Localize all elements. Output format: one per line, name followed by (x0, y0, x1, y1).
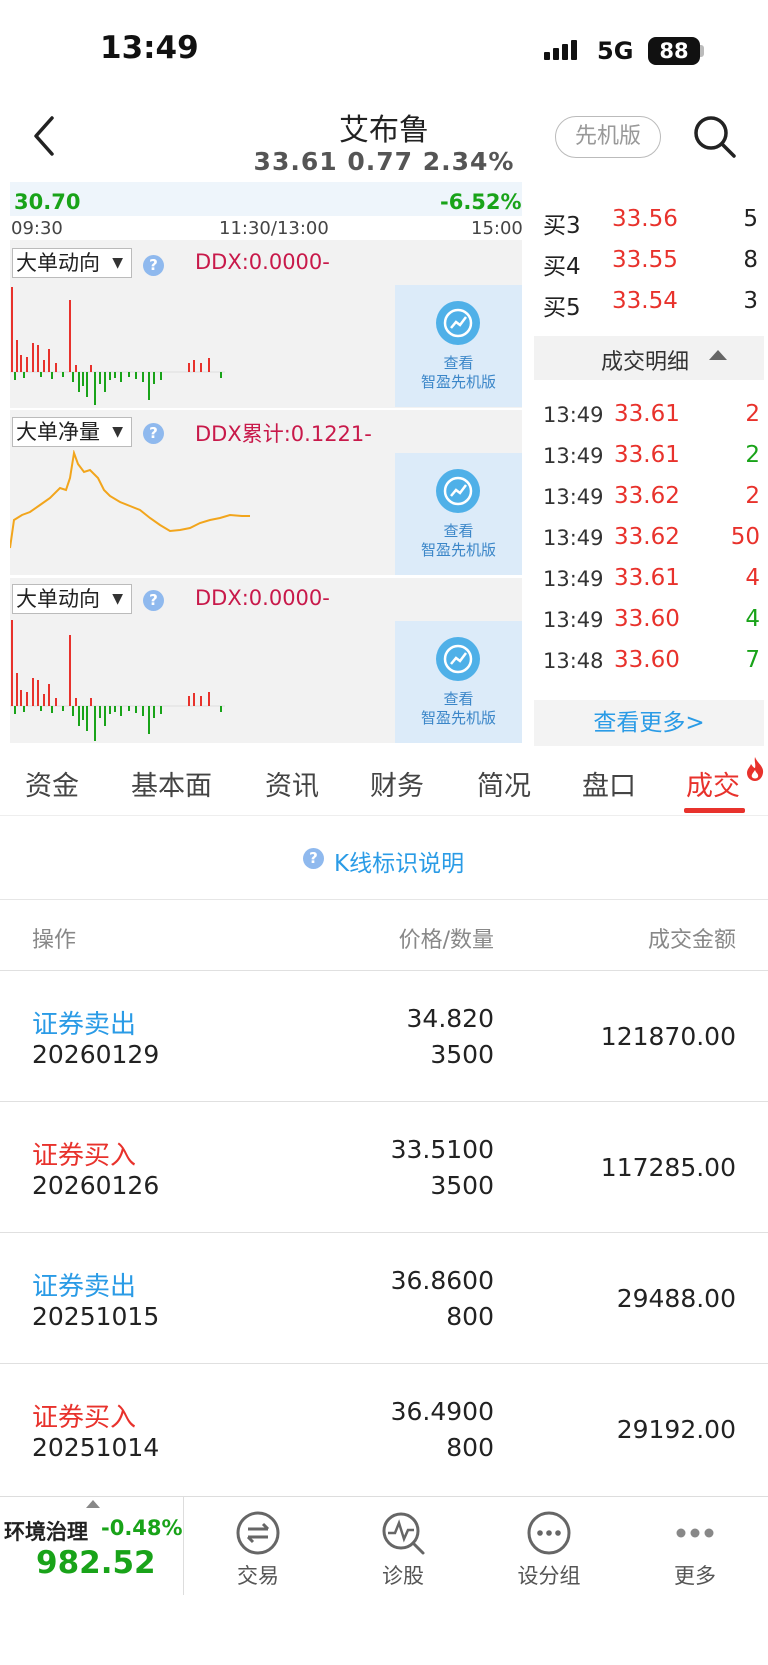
panel-2-pioneer-card[interactable]: 查看 智盈先机版 (395, 453, 522, 575)
card-line1: 查看 (443, 354, 474, 372)
bid-3-qty: 5 (743, 206, 758, 232)
tab-fundamentals[interactable]: 基本面 (131, 764, 212, 803)
tab-news[interactable]: 资讯 (265, 764, 319, 803)
panel-3-bars (10, 620, 225, 741)
bid-5-qty: 3 (743, 288, 758, 314)
tab-financials[interactable]: 财务 (370, 764, 424, 803)
caret-up-icon (709, 350, 727, 360)
tab-trades[interactable]: 成交 (686, 764, 740, 803)
column-header-amount: 成交金额 (647, 928, 736, 953)
row-amount: 121870.00 (600, 1022, 736, 1051)
search-icon[interactable] (690, 112, 740, 162)
help-icon: ? (303, 848, 324, 869)
trade-row-qty: 2 (745, 483, 760, 509)
view-more-link[interactable]: 查看更多> (534, 700, 764, 746)
status-time: 13:49 (100, 30, 199, 66)
card-line2: 智盈先机版 (420, 709, 496, 727)
trade-row-qty: 2 (745, 442, 760, 468)
row-amount: 117285.00 (600, 1153, 736, 1182)
bid-4-qty: 8 (743, 247, 758, 273)
more-icon[interactable] (672, 1510, 718, 1556)
trade-row-qty: 50 (730, 524, 760, 550)
battery-tip (700, 45, 704, 57)
divider (0, 1232, 768, 1233)
divider (0, 970, 768, 971)
index-change: -0.48% (101, 1516, 183, 1540)
divider (0, 1101, 768, 1102)
signal-icon (544, 40, 577, 60)
trade-row-qty: 4 (745, 606, 760, 632)
divider (0, 1363, 768, 1364)
diagnose-label[interactable]: 诊股 (348, 1560, 458, 1590)
divider (183, 1497, 184, 1595)
index-value: 982.52 (36, 1545, 156, 1581)
tab-funds[interactable]: 资金 (25, 764, 79, 803)
tab-order-book[interactable]: 盘口 (582, 764, 636, 803)
battery-icon: 88 (648, 37, 700, 65)
trade-row-qty: 4 (745, 565, 760, 591)
trade-detail-title: 成交明细 (601, 350, 690, 375)
card-line1: 查看 (443, 690, 474, 708)
group-icon[interactable] (526, 1510, 572, 1556)
panel-3-pioneer-card[interactable]: 查看 智盈先机版 (395, 621, 522, 743)
trade-label[interactable]: 交易 (203, 1560, 313, 1590)
row-amount: 29192.00 (616, 1415, 736, 1444)
index-name[interactable]: 环境治理 (4, 1516, 88, 1546)
row-amount: 29488.00 (616, 1284, 736, 1313)
diagnose-icon[interactable] (380, 1510, 426, 1556)
network-type: 5G (597, 37, 634, 65)
trade-icon[interactable] (235, 1510, 281, 1556)
active-tab-indicator (684, 808, 745, 813)
more-label[interactable]: 更多 (640, 1560, 750, 1590)
pioneer-version-button[interactable]: 先机版 (555, 116, 661, 158)
tab-overview[interactable]: 简况 (477, 764, 531, 803)
caret-up-icon[interactable] (86, 1500, 100, 1508)
fire-icon (747, 757, 764, 781)
card-line2: 智盈先机版 (420, 373, 496, 391)
trade-row-qty: 7 (745, 647, 760, 673)
set-group-label[interactable]: 设分组 (494, 1560, 604, 1590)
kline-note-link[interactable]: K线标识说明 (334, 844, 464, 878)
trade-row-qty: 2 (745, 401, 760, 427)
